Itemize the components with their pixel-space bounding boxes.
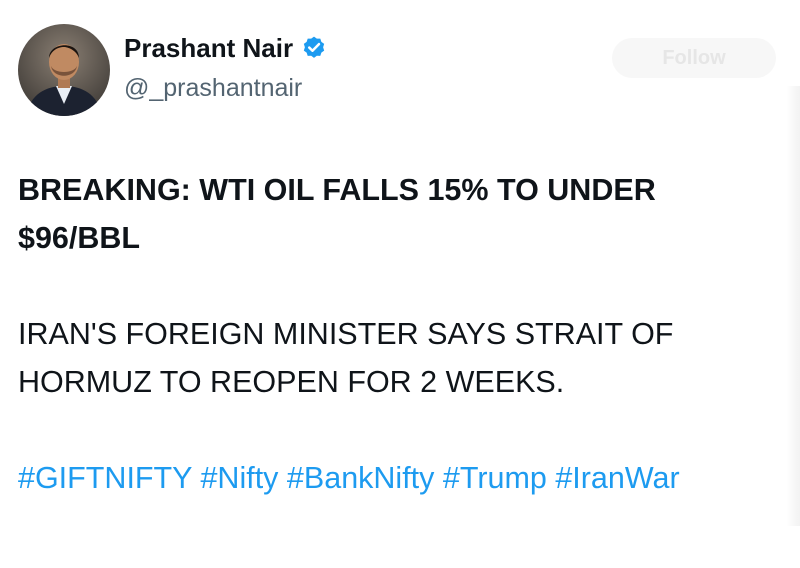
edge-shadow bbox=[786, 86, 800, 526]
author-display-name[interactable]: Prashant Nair bbox=[124, 31, 293, 65]
author-handle[interactable]: @_prashantnair bbox=[124, 72, 302, 104]
follow-button[interactable]: Follow bbox=[612, 38, 776, 78]
author-name-row: Prashant Nair bbox=[124, 31, 327, 65]
verified-badge-icon bbox=[301, 35, 327, 61]
hashtag-link[interactable]: #GIFTNIFTY bbox=[18, 461, 192, 495]
hashtag-link[interactable]: #IranWar bbox=[555, 461, 679, 495]
tweet-headline: BREAKING: WTI OIL FALLS 15% TO UNDER $96… bbox=[18, 173, 656, 255]
tweet-subtext: IRAN'S FOREIGN MINISTER SAYS STRAIT OF H… bbox=[18, 317, 674, 399]
tweet-card: Prashant Nair @_prashantnair Follow BREA… bbox=[0, 0, 800, 568]
author-avatar[interactable] bbox=[18, 24, 110, 116]
avatar-photo-icon bbox=[18, 24, 110, 116]
hashtag-link[interactable]: #Nifty bbox=[200, 461, 278, 495]
hashtag-link[interactable]: #BankNifty bbox=[287, 461, 434, 495]
tweet-body: BREAKING: WTI OIL FALLS 15% TO UNDER $96… bbox=[18, 166, 778, 502]
hashtag-list: #GIFTNIFTY #Nifty #BankNifty #Trump #Ira… bbox=[18, 454, 718, 502]
hashtag-link[interactable]: #Trump bbox=[443, 461, 547, 495]
